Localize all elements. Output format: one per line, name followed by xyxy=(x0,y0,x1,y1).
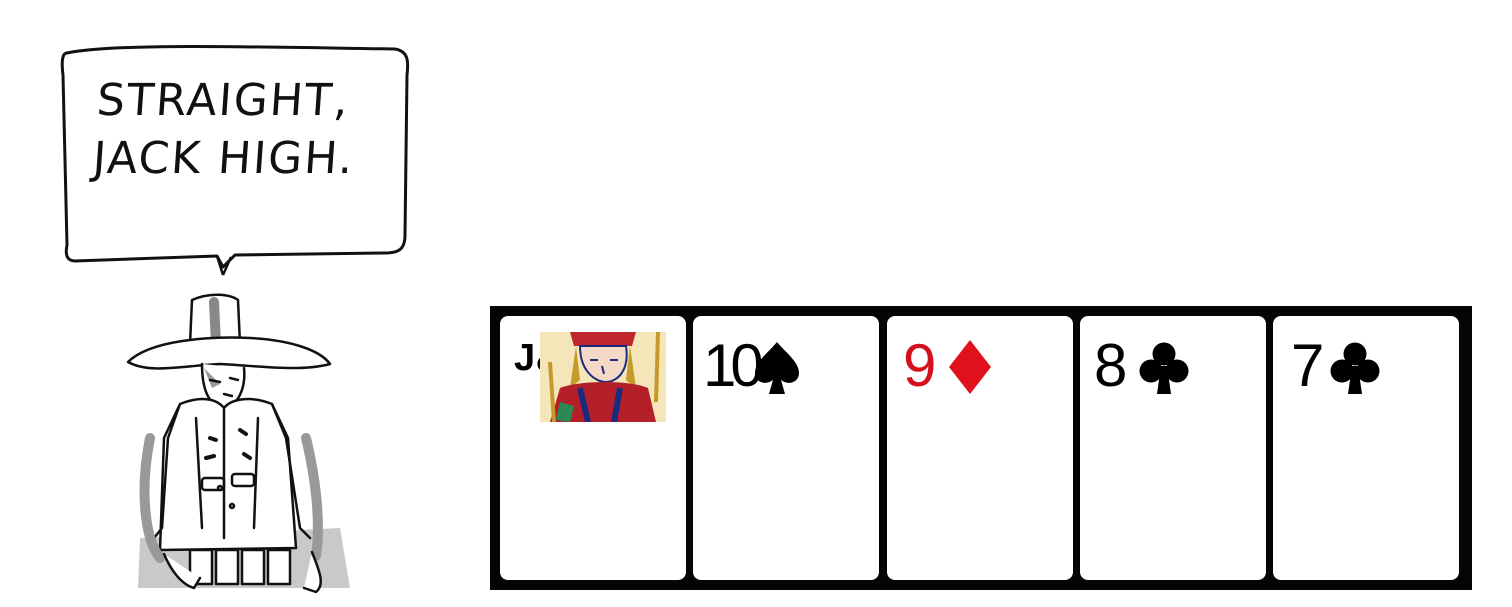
card-nine-diamonds: 9 xyxy=(887,316,1073,580)
speech-line-2: JACK HIGH. xyxy=(91,133,357,184)
spade-icon xyxy=(755,342,799,394)
card-rank: J xyxy=(514,337,536,379)
card-seven-clubs: 7 xyxy=(1273,316,1459,580)
card-hand: J 10 9 8 7 xyxy=(490,306,1472,590)
speech-line-1: STRAIGHT, xyxy=(95,75,352,126)
club-icon xyxy=(1330,342,1380,394)
speech-bubble-text: STRAIGHT, JACK HIGH. xyxy=(91,72,399,188)
card-eight-clubs: 8 xyxy=(1080,316,1266,580)
card-rank: 9 xyxy=(903,332,936,399)
diamond-icon xyxy=(949,340,991,394)
jack-face-icon xyxy=(540,332,666,422)
card-jack-clubs: J xyxy=(500,316,686,580)
card-rank: 7 xyxy=(1291,332,1324,399)
club-icon xyxy=(1139,342,1189,394)
card-rank: 10 xyxy=(703,332,764,399)
card-rank: 8 xyxy=(1094,332,1127,399)
cowboy-illustration xyxy=(126,293,350,594)
card-ten-spades: 10 xyxy=(693,316,879,580)
